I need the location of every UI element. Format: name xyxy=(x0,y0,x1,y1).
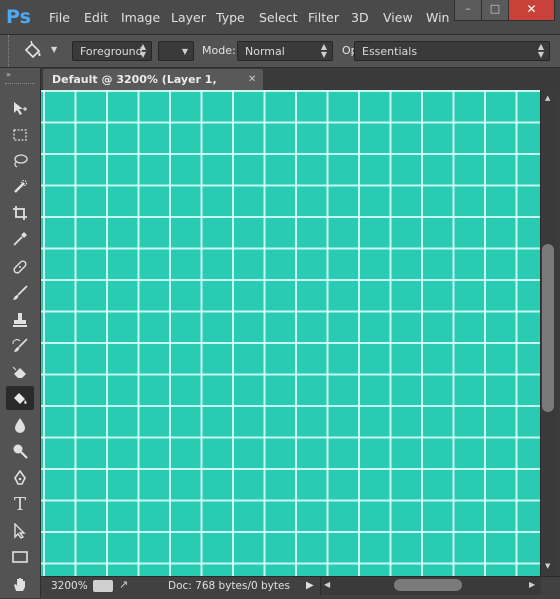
paint-bucket-icon[interactable] xyxy=(22,40,44,62)
menu-view[interactable]: View xyxy=(383,9,413,27)
mode-label: Mode: xyxy=(202,44,236,57)
close-tab-button[interactable]: ✕ xyxy=(248,69,256,90)
workspace-select[interactable]: Essentials ▲ ▼ xyxy=(354,41,550,61)
clone-stamp-tool-icon[interactable] xyxy=(6,308,34,332)
menu-type[interactable]: Type xyxy=(216,9,245,27)
healing-brush-tool-icon[interactable] xyxy=(6,255,34,279)
menu-window[interactable]: Win xyxy=(426,9,449,27)
menu-image[interactable]: Image xyxy=(121,9,160,27)
mode-select[interactable]: Normal ▲ ▼ xyxy=(237,41,333,61)
eyedropper-tool-icon[interactable] xyxy=(6,227,34,251)
vertical-scroll-thumb[interactable] xyxy=(542,244,554,412)
status-menu-arrow-icon[interactable]: ▶ xyxy=(306,580,314,591)
minimize-button[interactable]: – xyxy=(454,0,482,21)
document-info: Doc: 768 bytes/0 bytes xyxy=(168,580,290,592)
pattern-picker[interactable]: ▼ xyxy=(158,41,194,61)
lasso-tool-icon[interactable] xyxy=(6,149,34,173)
zoom-level[interactable]: 3200% xyxy=(51,577,88,595)
menu-select[interactable]: Select xyxy=(259,9,298,27)
fill-source-select[interactable]: Foreground ▲ ▼ xyxy=(72,41,152,61)
menu-3d[interactable]: 3D xyxy=(351,9,369,27)
quick-selection-tool-icon[interactable] xyxy=(6,175,34,199)
path-selection-tool-icon[interactable] xyxy=(6,519,34,543)
share-icon[interactable]: ↗ xyxy=(119,578,133,592)
pattern-dropdown-icon: ▼ xyxy=(181,47,188,56)
tool-preset-dropdown-icon[interactable]: ▼ xyxy=(51,45,57,54)
menu-filter[interactable]: Filter xyxy=(308,9,339,27)
options-grip xyxy=(8,35,11,67)
fill-source-value: Foreground xyxy=(80,45,143,58)
scroll-left-icon[interactable]: ◀ xyxy=(324,580,330,589)
tools-panel: » T xyxy=(0,68,41,598)
paint-bucket-tool-icon[interactable] xyxy=(6,386,34,410)
panel-grip xyxy=(5,83,35,88)
proof-icon[interactable] xyxy=(93,580,113,592)
rectangle-tool-icon[interactable] xyxy=(6,545,34,569)
menu-edit[interactable]: Edit xyxy=(84,9,108,27)
scroll-down-icon[interactable]: ▼ xyxy=(545,562,550,570)
pen-tool-icon[interactable] xyxy=(6,466,34,490)
hand-tool-icon[interactable] xyxy=(6,572,34,596)
photoshop-logo: Ps xyxy=(6,6,31,28)
dodge-tool-icon[interactable] xyxy=(6,439,34,463)
blur-tool-icon[interactable] xyxy=(6,413,34,437)
select-arrows-icon: ▲ ▼ xyxy=(320,42,327,59)
horizontal-scroll-thumb[interactable] xyxy=(394,579,462,591)
marquee-tool-icon[interactable] xyxy=(6,123,34,147)
scroll-right-icon[interactable]: ▶ xyxy=(529,580,535,589)
history-brush-tool-icon[interactable] xyxy=(6,334,34,358)
menu-layer[interactable]: Layer xyxy=(171,9,206,27)
select-arrows-icon: ▲ ▼ xyxy=(139,42,146,59)
close-window-button[interactable]: ✕ xyxy=(508,0,555,21)
brush-tool-icon[interactable] xyxy=(6,281,34,305)
scroll-up-icon[interactable]: ▲ xyxy=(545,94,550,102)
maximize-button[interactable]: □ xyxy=(481,0,509,21)
crop-tool-icon[interactable] xyxy=(6,201,34,225)
eraser-tool-icon[interactable] xyxy=(6,360,34,384)
type-tool-icon[interactable]: T xyxy=(6,493,34,517)
mode-value: Normal xyxy=(245,45,285,58)
workspace-value: Essentials xyxy=(362,45,418,58)
menu-file[interactable]: File xyxy=(49,9,70,27)
document-canvas[interactable] xyxy=(41,90,540,576)
move-tool-icon[interactable] xyxy=(6,96,34,120)
document-tab[interactable]: Default @ 3200% (Layer 1, RGB/8) * ✕ xyxy=(43,69,263,107)
options-bar: ▼ Foreground ▲ ▼ ▼ Mode: Normal ▲ ▼ Op Ess… xyxy=(0,35,560,68)
menu-bar: Ps File Edit Image Layer Type Select Fil… xyxy=(0,0,560,35)
collapse-panel-icon[interactable]: » xyxy=(6,70,11,79)
select-arrows-icon: ▲ ▼ xyxy=(537,42,544,59)
